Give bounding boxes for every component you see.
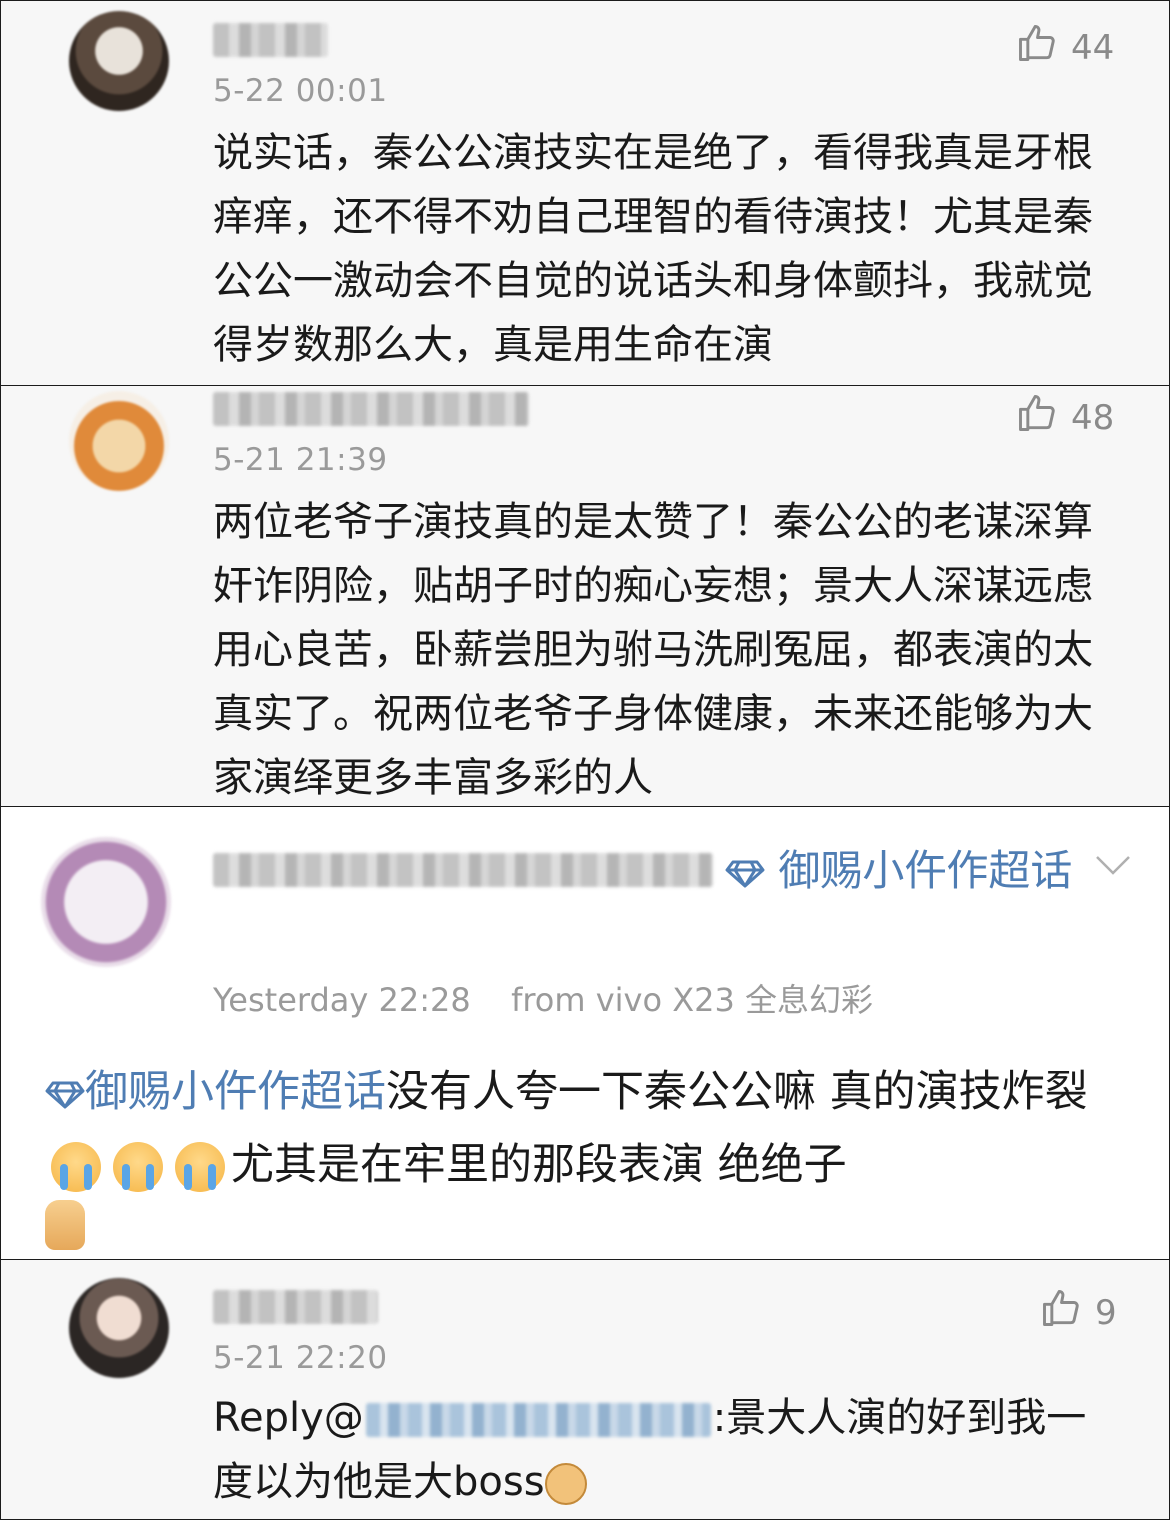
comment-card-1: 5-22 00:01 44 说实话，秦公公演技实在是绝了，看得我真是牙根痒痒，还… bbox=[0, 0, 1170, 386]
username-blurred[interactable] bbox=[213, 23, 328, 57]
diamond-icon bbox=[725, 846, 765, 902]
username-blurred[interactable] bbox=[213, 392, 529, 426]
like-count: 48 bbox=[1071, 397, 1115, 438]
avatar[interactable] bbox=[41, 837, 171, 967]
comment-card-2: 5-21 21:39 48 两位老爷子演技真的是太赞了！秦公公的老谋深算奸诈阴险… bbox=[0, 385, 1170, 807]
crying-face-emoji bbox=[113, 1142, 163, 1192]
topic-tag-label: 御赐小仵作超话 bbox=[778, 846, 1073, 895]
comment-card-4: 5-21 22:20 9 Reply@:景大人演的好到我一度以为他是大boss bbox=[0, 1259, 1170, 1520]
thumbs-up-outline-icon bbox=[1015, 391, 1059, 444]
like-count: 9 bbox=[1095, 1292, 1117, 1333]
comment-card-3: 御赐小仵作超话 Yesterday 22:28 from vivo X23 全息… bbox=[0, 806, 1170, 1260]
crying-face-emoji bbox=[175, 1142, 225, 1192]
reply-prefix: Reply@ bbox=[213, 1395, 364, 1441]
thumbs-up-emoji bbox=[45, 1199, 85, 1250]
topic-link[interactable]: 御赐小仵作超话 bbox=[45, 1067, 386, 1117]
timestamp: 5-21 22:20 bbox=[213, 1340, 388, 1376]
timestamp: 5-22 00:01 bbox=[213, 73, 388, 109]
mentioned-user-blurred[interactable] bbox=[365, 1403, 711, 1437]
comment-text: 御赐小仵作超话没有人夸一下秦公公嘛 真的演技炸裂尤其是在牢里的那段表演 绝绝子 bbox=[45, 1057, 1105, 1259]
avatar[interactable] bbox=[69, 391, 169, 491]
topic-tag[interactable]: 御赐小仵作超话 bbox=[725, 843, 1072, 902]
doge-emoji bbox=[544, 1463, 587, 1505]
like-button[interactable]: 44 bbox=[1015, 21, 1114, 74]
like-count: 44 bbox=[1071, 27, 1115, 68]
like-button[interactable]: 48 bbox=[1015, 391, 1114, 444]
avatar[interactable] bbox=[69, 1278, 169, 1378]
timestamp: 5-21 21:39 bbox=[213, 442, 388, 478]
source: from vivo X23 全息幻彩 bbox=[511, 981, 874, 1019]
meta-line: Yesterday 22:28 from vivo X23 全息幻彩 bbox=[213, 975, 873, 1021]
reply-text: Reply@:景大人演的好到我一度以为他是大boss bbox=[213, 1386, 1113, 1514]
comment-text-part2: 尤其是在牢里的那段表演 绝绝子 bbox=[231, 1139, 847, 1190]
thumbs-up-outline-icon bbox=[1015, 21, 1059, 74]
username-blurred[interactable] bbox=[213, 853, 713, 887]
comment-text: 两位老爷子演技真的是太赞了！秦公公的老谋深算奸诈阴险，贴胡子时的痴心妄想；景大人… bbox=[213, 499, 1093, 801]
comment-text: 说实话，秦公公演技实在是绝了，看得我真是牙根痒痒，还不得不劝自己理智的看待演技！… bbox=[213, 130, 1093, 368]
topic-link-label: 御赐小仵作超话 bbox=[85, 1067, 386, 1117]
thumbs-up-outline-icon bbox=[1039, 1286, 1083, 1339]
username-blurred[interactable] bbox=[213, 1290, 378, 1324]
comment-text-part1: 没有人夸一下秦公公嘛 真的演技炸裂 bbox=[386, 1067, 1088, 1117]
timestamp: Yesterday 22:28 bbox=[213, 981, 471, 1019]
diamond-icon bbox=[45, 1060, 85, 1130]
like-button[interactable]: 9 bbox=[1039, 1286, 1117, 1339]
chevron-down-icon[interactable] bbox=[1093, 853, 1133, 881]
avatar[interactable] bbox=[69, 11, 169, 111]
crying-face-emoji bbox=[51, 1142, 101, 1192]
